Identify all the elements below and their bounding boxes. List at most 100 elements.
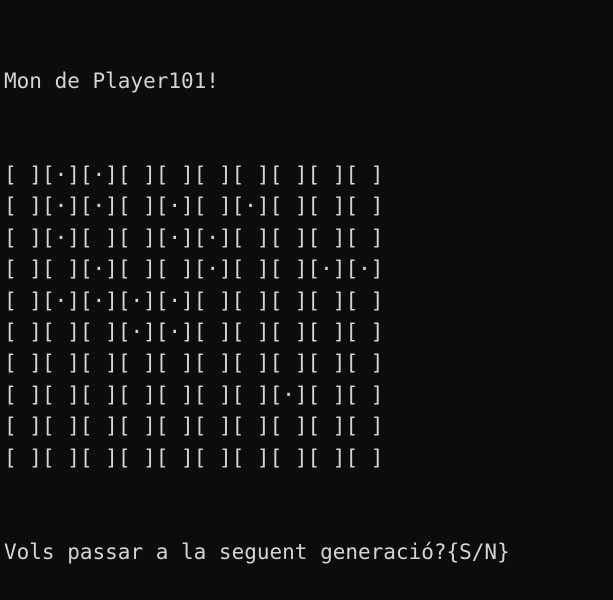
- empty-cell: [ ]: [345, 194, 384, 219]
- empty-cell: [ ]: [4, 194, 42, 219]
- empty-cell: [ ]: [345, 382, 384, 407]
- empty-cell: [ ]: [193, 414, 232, 439]
- empty-cell: [ ]: [4, 414, 42, 439]
- empty-cell: [ ]: [117, 257, 156, 282]
- empty-cell: [ ]: [345, 445, 384, 470]
- empty-cell: [ ]: [345, 225, 384, 250]
- alive-cell: [·]: [41, 288, 80, 313]
- alive-cell: [·]: [79, 288, 118, 313]
- empty-cell: [ ]: [41, 351, 80, 376]
- empty-cell: [ ]: [269, 194, 308, 219]
- empty-cell: [ ]: [231, 288, 270, 313]
- empty-cell: [ ]: [231, 445, 270, 470]
- alive-cell: [·]: [41, 194, 80, 219]
- grid-row: [ ][ ][ ][ ][ ][ ][ ][ ][ ][ ]: [4, 348, 609, 379]
- empty-cell: [ ]: [193, 351, 232, 376]
- alive-cell: [·]: [41, 225, 80, 250]
- terminal-window: Mon de Player101! [ ][·][·][ ][ ][ ][ ][…: [4, 3, 609, 564]
- empty-cell: [ ]: [79, 382, 118, 407]
- next-generation-prompt[interactable]: Vols passar a la seguent generació?{S/N}: [4, 537, 609, 568]
- empty-cell: [ ]: [231, 351, 270, 376]
- alive-cell: [·]: [193, 225, 232, 250]
- alive-cell: [·]: [41, 163, 80, 188]
- grid-row: [ ][·][ ][ ][·][·][ ][ ][ ][ ]: [4, 223, 609, 254]
- empty-cell: [ ]: [117, 382, 156, 407]
- empty-cell: [ ]: [4, 351, 42, 376]
- empty-cell: [ ]: [269, 414, 308, 439]
- alive-cell: [·]: [79, 194, 118, 219]
- empty-cell: [ ]: [307, 382, 346, 407]
- empty-cell: [ ]: [4, 288, 42, 313]
- empty-cell: [ ]: [231, 257, 270, 282]
- empty-cell: [ ]: [269, 445, 308, 470]
- alive-cell: [·]: [231, 194, 270, 219]
- alive-cell: [·]: [345, 257, 384, 282]
- empty-cell: [ ]: [155, 257, 194, 282]
- empty-cell: [ ]: [79, 225, 118, 250]
- empty-cell: [ ]: [231, 382, 270, 407]
- empty-cell: [ ]: [307, 414, 346, 439]
- alive-cell: [·]: [79, 163, 118, 188]
- empty-cell: [ ]: [117, 445, 156, 470]
- grid-row: [ ][ ][·][ ][ ][·][ ][ ][·][·]: [4, 254, 609, 285]
- empty-cell: [ ]: [155, 445, 194, 470]
- empty-cell: [ ]: [193, 288, 232, 313]
- empty-cell: [ ]: [117, 163, 156, 188]
- grid-row: [ ][·][·][·][·][ ][ ][ ][ ][ ]: [4, 286, 609, 317]
- alive-cell: [·]: [79, 257, 118, 282]
- empty-cell: [ ]: [193, 163, 232, 188]
- alive-cell: [·]: [155, 319, 194, 344]
- empty-cell: [ ]: [307, 163, 346, 188]
- empty-cell: [ ]: [269, 257, 308, 282]
- world-title: Mon de Player101!: [4, 68, 219, 93]
- empty-cell: [ ]: [4, 382, 42, 407]
- empty-cell: [ ]: [307, 445, 346, 470]
- empty-cell: [ ]: [231, 163, 270, 188]
- grid-row: [ ][ ][ ][ ][ ][ ][ ][·][ ][ ]: [4, 380, 609, 411]
- empty-cell: [ ]: [345, 351, 384, 376]
- empty-cell: [ ]: [193, 445, 232, 470]
- empty-cell: [ ]: [269, 319, 308, 344]
- life-grid: [ ][·][·][ ][ ][ ][ ][ ][ ][ ][ ][·][·][…: [4, 160, 609, 474]
- empty-cell: [ ]: [307, 225, 346, 250]
- empty-cell: [ ]: [307, 194, 346, 219]
- alive-cell: [·]: [117, 288, 156, 313]
- alive-cell: [·]: [193, 257, 232, 282]
- empty-cell: [ ]: [79, 445, 118, 470]
- empty-cell: [ ]: [117, 414, 156, 439]
- empty-cell: [ ]: [4, 445, 42, 470]
- empty-cell: [ ]: [4, 163, 42, 188]
- grid-row: [ ][·][·][ ][·][ ][·][ ][ ][ ]: [4, 191, 609, 222]
- empty-cell: [ ]: [345, 163, 384, 188]
- grid-row: [ ][ ][ ][ ][ ][ ][ ][ ][ ][ ]: [4, 443, 609, 474]
- alive-cell: [·]: [269, 382, 308, 407]
- empty-cell: [ ]: [4, 319, 42, 344]
- empty-cell: [ ]: [41, 257, 80, 282]
- empty-cell: [ ]: [4, 257, 42, 282]
- empty-cell: [ ]: [41, 319, 80, 344]
- grid-row: [ ][ ][ ][·][·][ ][ ][ ][ ][ ]: [4, 317, 609, 348]
- grid-row: [ ][ ][ ][ ][ ][ ][ ][ ][ ][ ]: [4, 411, 609, 442]
- empty-cell: [ ]: [307, 319, 346, 344]
- empty-cell: [ ]: [269, 351, 308, 376]
- empty-cell: [ ]: [155, 382, 194, 407]
- empty-cell: [ ]: [117, 225, 156, 250]
- empty-cell: [ ]: [4, 225, 42, 250]
- alive-cell: [·]: [155, 225, 194, 250]
- empty-cell: [ ]: [41, 445, 80, 470]
- empty-cell: [ ]: [117, 194, 156, 219]
- empty-cell: [ ]: [345, 319, 384, 344]
- empty-cell: [ ]: [345, 288, 384, 313]
- empty-cell: [ ]: [345, 414, 384, 439]
- empty-cell: [ ]: [41, 382, 80, 407]
- alive-cell: [·]: [117, 319, 156, 344]
- empty-cell: [ ]: [155, 351, 194, 376]
- empty-cell: [ ]: [79, 319, 118, 344]
- empty-cell: [ ]: [307, 288, 346, 313]
- alive-cell: [·]: [307, 257, 346, 282]
- empty-cell: [ ]: [307, 351, 346, 376]
- empty-cell: [ ]: [117, 351, 156, 376]
- alive-cell: [·]: [155, 288, 194, 313]
- empty-cell: [ ]: [231, 225, 270, 250]
- empty-cell: [ ]: [193, 194, 232, 219]
